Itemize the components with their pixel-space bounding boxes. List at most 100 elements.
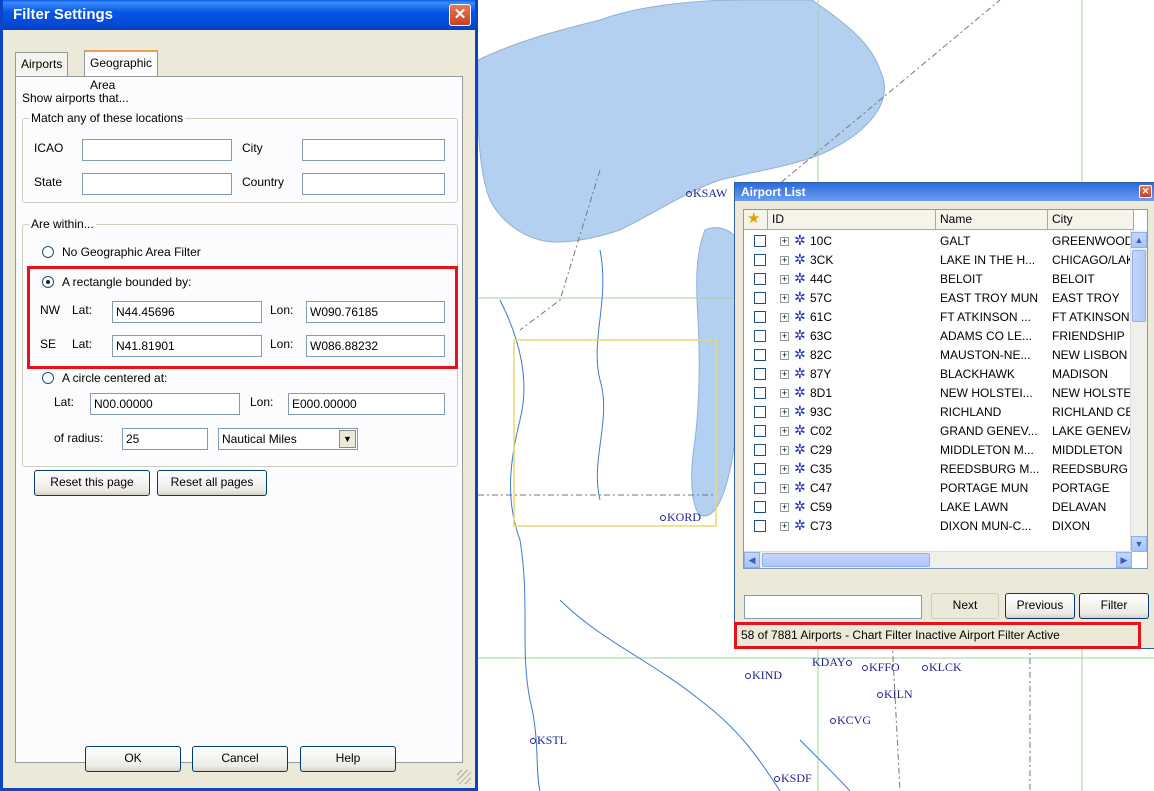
row-checkbox[interactable] bbox=[754, 273, 766, 285]
row-checkbox[interactable] bbox=[754, 425, 766, 437]
row-checkbox[interactable] bbox=[754, 387, 766, 399]
airport-list-titlebar[interactable]: Airport List ✕ bbox=[735, 183, 1154, 201]
country-field[interactable] bbox=[302, 173, 445, 195]
scroll-up-icon[interactable]: ▲ bbox=[1131, 232, 1147, 248]
map-label-kind[interactable]: KIND bbox=[745, 668, 782, 683]
vertical-scrollbar[interactable]: ▲ ▼ bbox=[1130, 230, 1147, 552]
cell-city: PORTAGE bbox=[1052, 481, 1110, 495]
table-row[interactable]: + ✲ C02 GRAND GENEV... LAKE GENEVA bbox=[744, 422, 1134, 440]
row-checkbox[interactable] bbox=[754, 311, 766, 323]
filter-button[interactable]: Filter bbox=[1079, 593, 1149, 619]
table-row[interactable]: + ✲ 3CK LAKE IN THE H... CHICAGO/LAKE bbox=[744, 251, 1134, 269]
expand-icon[interactable]: + bbox=[780, 256, 789, 265]
state-field[interactable] bbox=[82, 173, 232, 195]
expand-icon[interactable]: + bbox=[780, 465, 789, 474]
circle-lat-field[interactable]: N00.00000 bbox=[90, 393, 240, 415]
expand-icon[interactable]: + bbox=[780, 522, 789, 531]
map-label-klck[interactable]: KLCK bbox=[922, 660, 962, 675]
icao-field[interactable] bbox=[82, 139, 232, 161]
expand-icon[interactable]: + bbox=[780, 484, 789, 493]
close-icon[interactable]: ✕ bbox=[1139, 185, 1152, 198]
map-label-kcvg[interactable]: KCVG bbox=[830, 713, 871, 728]
no-filter-radio[interactable] bbox=[42, 246, 54, 258]
cancel-button[interactable]: Cancel bbox=[192, 746, 288, 772]
row-checkbox[interactable] bbox=[754, 463, 766, 475]
circle-radio[interactable] bbox=[42, 372, 54, 384]
table-row[interactable]: + ✲ 57C EAST TROY MUN EAST TROY bbox=[744, 289, 1134, 307]
map-label-kord[interactable]: KORD bbox=[660, 510, 701, 525]
circle-lon-field[interactable]: E000.00000 bbox=[288, 393, 445, 415]
table-row[interactable]: + ✲ 87Y BLACKHAWK MADISON bbox=[744, 365, 1134, 383]
table-row[interactable]: + ✲ C59 LAKE LAWN DELAVAN bbox=[744, 498, 1134, 516]
expand-icon[interactable]: + bbox=[780, 427, 789, 436]
horizontal-scrollbar[interactable]: ◀ ▶ bbox=[744, 551, 1132, 568]
column-header-id[interactable]: ID bbox=[768, 210, 936, 230]
row-checkbox[interactable] bbox=[754, 406, 766, 418]
tab-geographic-area[interactable]: Geographic Area bbox=[84, 50, 159, 92]
expand-icon[interactable]: + bbox=[780, 294, 789, 303]
table-row[interactable]: + ✲ 61C FT ATKINSON ... FT ATKINSON bbox=[744, 308, 1134, 326]
row-checkbox[interactable] bbox=[754, 254, 766, 266]
favorite-column-header[interactable]: ★ bbox=[744, 210, 768, 230]
table-row[interactable]: + ✲ 93C RICHLAND RICHLAND CENTER bbox=[744, 403, 1134, 421]
map-label-kday[interactable]: KDAY bbox=[812, 655, 853, 670]
table-row[interactable]: + ✲ 10C GALT GREENWOOD bbox=[744, 232, 1134, 250]
map-label-kiln[interactable]: KILN bbox=[877, 687, 913, 702]
table-row[interactable]: + ✲ C35 REEDSBURG M... REEDSBURG bbox=[744, 460, 1134, 478]
scroll-down-icon[interactable]: ▼ bbox=[1131, 536, 1147, 552]
reset-this-page-button[interactable]: Reset this page bbox=[34, 470, 150, 496]
expand-icon[interactable]: + bbox=[780, 275, 789, 284]
scroll-left-icon[interactable]: ◀ bbox=[744, 552, 760, 568]
radius-field[interactable]: 25 bbox=[122, 428, 208, 450]
radius-unit-select[interactable]: Nautical Miles ▼ bbox=[218, 428, 358, 450]
row-checkbox[interactable] bbox=[754, 330, 766, 342]
row-checkbox[interactable] bbox=[754, 520, 766, 532]
ok-button[interactable]: OK bbox=[85, 746, 181, 772]
next-button[interactable]: Next bbox=[931, 593, 999, 619]
dialog-titlebar[interactable]: Filter Settings ✕ bbox=[3, 0, 475, 30]
reset-all-pages-button[interactable]: Reset all pages bbox=[157, 470, 267, 496]
row-checkbox[interactable] bbox=[754, 235, 766, 247]
scroll-thumb[interactable] bbox=[1132, 250, 1146, 322]
row-checkbox[interactable] bbox=[754, 292, 766, 304]
expand-icon[interactable]: + bbox=[780, 351, 789, 360]
city-field[interactable] bbox=[302, 139, 445, 161]
airport-search-input[interactable] bbox=[744, 595, 922, 619]
expand-icon[interactable]: + bbox=[780, 237, 789, 246]
help-button[interactable]: Help bbox=[300, 746, 396, 772]
row-checkbox[interactable] bbox=[754, 482, 766, 494]
column-header-city[interactable]: City bbox=[1048, 210, 1134, 230]
map-label-ksaw[interactable]: KSAW bbox=[686, 186, 727, 201]
no-filter-label[interactable]: No Geographic Area Filter bbox=[62, 245, 201, 259]
table-row[interactable]: + ✲ C29 MIDDLETON M... MIDDLETON bbox=[744, 441, 1134, 459]
map-label-kffo[interactable]: KFFO bbox=[862, 660, 900, 675]
map-label-ksdf[interactable]: KSDF bbox=[774, 771, 812, 786]
expand-icon[interactable]: + bbox=[780, 389, 789, 398]
table-row[interactable]: + ✲ 63C ADAMS CO LE... FRIENDSHIP bbox=[744, 327, 1134, 345]
table-row[interactable]: + ✲ C47 PORTAGE MUN PORTAGE bbox=[744, 479, 1134, 497]
scroll-right-icon[interactable]: ▶ bbox=[1116, 552, 1132, 568]
chevron-down-icon[interactable]: ▼ bbox=[339, 430, 356, 448]
row-checkbox[interactable] bbox=[754, 501, 766, 513]
table-row[interactable]: + ✲ 44C BELOIT BELOIT bbox=[744, 270, 1134, 288]
row-checkbox[interactable] bbox=[754, 368, 766, 380]
map-label-kstl[interactable]: KSTL bbox=[530, 733, 567, 748]
expand-icon[interactable]: + bbox=[780, 408, 789, 417]
circle-label[interactable]: A circle centered at: bbox=[62, 371, 167, 385]
resize-grip-icon[interactable] bbox=[457, 770, 471, 784]
close-icon[interactable]: ✕ bbox=[449, 4, 471, 26]
expand-icon[interactable]: + bbox=[780, 332, 789, 341]
previous-button[interactable]: Previous bbox=[1005, 593, 1075, 619]
expand-icon[interactable]: + bbox=[780, 370, 789, 379]
h-scroll-thumb[interactable] bbox=[762, 553, 930, 567]
row-checkbox[interactable] bbox=[754, 349, 766, 361]
table-row[interactable]: + ✲ C73 DIXON MUN-C... DIXON bbox=[744, 517, 1134, 535]
table-row[interactable]: + ✲ 8D1 NEW HOLSTEI... NEW HOLSTEIN bbox=[744, 384, 1134, 402]
tab-airports[interactable]: Airports bbox=[15, 52, 69, 76]
column-header-name[interactable]: Name bbox=[936, 210, 1048, 230]
row-checkbox[interactable] bbox=[754, 444, 766, 456]
table-row[interactable]: + ✲ 82C MAUSTON-NE... NEW LISBON bbox=[744, 346, 1134, 364]
expand-icon[interactable]: + bbox=[780, 313, 789, 322]
expand-icon[interactable]: + bbox=[780, 446, 789, 455]
expand-icon[interactable]: + bbox=[780, 503, 789, 512]
